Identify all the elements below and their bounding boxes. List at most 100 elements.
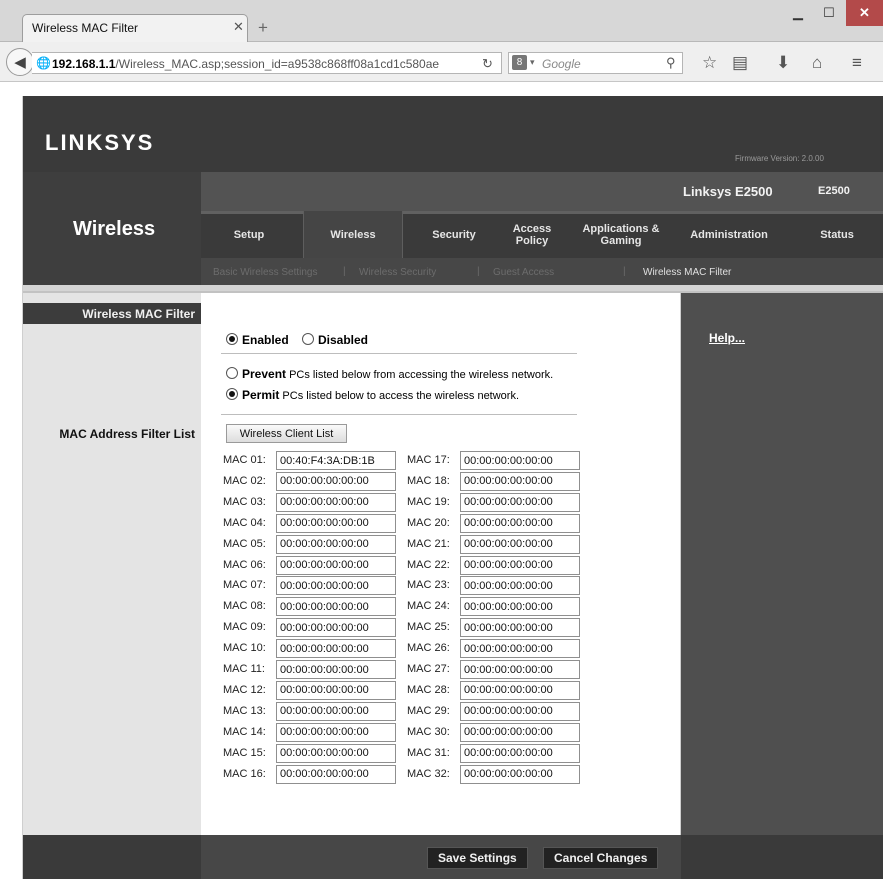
mac-label: MAC 32:	[407, 767, 450, 780]
caret-down-icon[interactable]: ▾	[530, 57, 535, 68]
close-window-icon[interactable]: ✕	[846, 0, 883, 26]
back-arrow-icon[interactable]: ◀	[6, 48, 34, 76]
mac-label: MAC 21:	[407, 537, 450, 550]
tab-status[interactable]: Status	[797, 211, 877, 258]
mac-label: MAC 06:	[223, 558, 266, 571]
tab-wireless[interactable]: Wireless	[303, 211, 403, 258]
mac-address-input[interactable]	[276, 534, 396, 554]
mac-address-input[interactable]	[460, 451, 580, 470]
mac-address-input[interactable]	[276, 743, 396, 763]
prevent-radio[interactable]	[226, 367, 238, 379]
bookmarks-menu-icon[interactable]: ▤	[732, 53, 748, 73]
subtab-guest-access[interactable]: Guest Access	[493, 267, 554, 278]
help-link[interactable]: Help...	[709, 331, 745, 345]
footer-bar: Save Settings Cancel Changes	[23, 835, 883, 879]
mac-address-input[interactable]	[460, 701, 580, 721]
mac-address-input[interactable]	[276, 701, 396, 721]
close-tab-icon[interactable]: ✕	[233, 19, 244, 35]
url-path: /Wireless_MAC.asp;session_id=a9538c868ff…	[115, 57, 440, 71]
model-number: E2500	[818, 185, 850, 197]
new-tab-icon[interactable]: +	[258, 18, 268, 38]
mac-label: MAC 18:	[407, 474, 450, 487]
subtab-basic-wireless-settings[interactable]: Basic Wireless Settings	[213, 267, 317, 278]
browser-nav-bar: ◀ 🌐 192.168.1.1/Wireless_MAC.asp;session…	[0, 42, 883, 82]
tab-access-policy[interactable]: Access Policy	[505, 211, 559, 258]
router-nav: Wireless Linksys E2500 E2500 Setup Wirel…	[23, 172, 883, 285]
mac-address-input[interactable]	[460, 576, 580, 596]
mac-address-input[interactable]	[460, 597, 580, 617]
mac-address-input[interactable]	[276, 576, 396, 596]
subtab-wireless-security[interactable]: Wireless Security	[359, 267, 436, 278]
tab-applications-gaming[interactable]: Applications & Gaming	[569, 211, 673, 258]
router-page: LINKSYS Firmware Version: 2.0.00 Wireles…	[22, 96, 883, 879]
minimize-icon[interactable]: ▁	[783, 0, 813, 26]
home-icon[interactable]: ⌂	[812, 53, 822, 73]
mac-address-input[interactable]	[276, 451, 396, 470]
cancel-changes-button[interactable]: Cancel Changes	[543, 847, 659, 869]
mac-address-input[interactable]	[460, 618, 580, 638]
permit-radio[interactable]	[226, 388, 238, 400]
mac-label: MAC 19:	[407, 495, 450, 508]
mac-label: MAC 03:	[223, 495, 266, 508]
mac-address-input[interactable]	[460, 639, 580, 659]
mac-address-input[interactable]	[276, 618, 396, 638]
mac-label: MAC 31:	[407, 746, 450, 759]
mac-label: MAC 13:	[223, 704, 266, 717]
globe-icon: 🌐	[36, 56, 51, 70]
mac-address-input[interactable]	[460, 680, 580, 700]
reload-icon[interactable]: ↻	[482, 56, 493, 72]
left-panel: Wireless MAC Filter MAC Address Filter L…	[23, 293, 201, 835]
mac-address-input[interactable]	[276, 639, 396, 659]
bookmark-star-icon[interactable]: ☆	[702, 53, 717, 73]
mac-address-input[interactable]	[276, 764, 396, 784]
mac-label: MAC 09:	[223, 621, 266, 634]
wireless-client-list-button[interactable]: Wireless Client List	[226, 424, 347, 443]
mac-address-input[interactable]	[276, 722, 396, 742]
mac-address-input[interactable]	[276, 555, 396, 575]
mac-label: MAC 10:	[223, 642, 266, 655]
search-engine-icon[interactable]: 8	[512, 55, 527, 70]
disabled-radio[interactable]	[302, 333, 314, 345]
mac-address-input[interactable]	[276, 597, 396, 617]
mac-address-input[interactable]	[276, 660, 396, 679]
mac-address-input[interactable]	[460, 471, 580, 491]
mac-address-input[interactable]	[276, 471, 396, 491]
mac-address-input[interactable]	[276, 492, 396, 512]
enabled-radio[interactable]	[226, 333, 238, 345]
mac-address-input[interactable]	[460, 764, 580, 784]
subtab-separator: |	[477, 266, 480, 277]
tab-setup[interactable]: Setup	[201, 211, 297, 258]
save-settings-button[interactable]: Save Settings	[427, 847, 528, 869]
url-host: 192.168.1.1	[52, 57, 116, 71]
browser-tab[interactable]: Wireless MAC Filter ✕	[22, 14, 248, 42]
mac-address-input[interactable]	[460, 534, 580, 554]
mac-label: MAC 17:	[407, 454, 450, 466]
search-icon[interactable]: ⚲	[666, 55, 676, 71]
download-icon[interactable]: ⬇	[776, 53, 790, 73]
model-strip: Linksys E2500 E2500	[201, 172, 883, 211]
permit-label: Permit PCs listed below to access the wi…	[242, 388, 520, 402]
maximize-icon[interactable]: ☐	[814, 0, 844, 26]
search-bar[interactable]: 8 ▾ Google ⚲	[508, 52, 683, 74]
tab-title: Wireless MAC Filter	[32, 21, 139, 35]
subtab-separator: |	[623, 266, 626, 277]
mac-address-input[interactable]	[460, 722, 580, 742]
tab-security[interactable]: Security	[409, 211, 499, 258]
mac-label: MAC 29:	[407, 704, 450, 717]
browser-title-bar: Wireless MAC Filter ✕ + ▁ ☐ ✕	[0, 0, 883, 42]
mac-address-input[interactable]	[276, 680, 396, 700]
menu-icon[interactable]: ≡	[852, 53, 862, 73]
mac-label: MAC 23:	[407, 579, 450, 592]
mac-address-input[interactable]	[460, 492, 580, 512]
tab-administration[interactable]: Administration	[677, 211, 781, 258]
mac-address-input[interactable]	[276, 513, 396, 533]
panel-heading: Wireless MAC Filter	[82, 307, 195, 321]
firmware-version: Firmware Version: 2.0.00	[735, 154, 824, 163]
model-name: Linksys E2500	[683, 184, 773, 199]
mac-address-input[interactable]	[460, 660, 580, 679]
subtab-wireless-mac-filter[interactable]: Wireless MAC Filter	[643, 267, 731, 278]
mac-address-input[interactable]	[460, 513, 580, 533]
address-bar[interactable]: 🌐 192.168.1.1/Wireless_MAC.asp;session_i…	[32, 52, 502, 74]
mac-address-input[interactable]	[460, 743, 580, 763]
mac-address-input[interactable]	[460, 555, 580, 575]
